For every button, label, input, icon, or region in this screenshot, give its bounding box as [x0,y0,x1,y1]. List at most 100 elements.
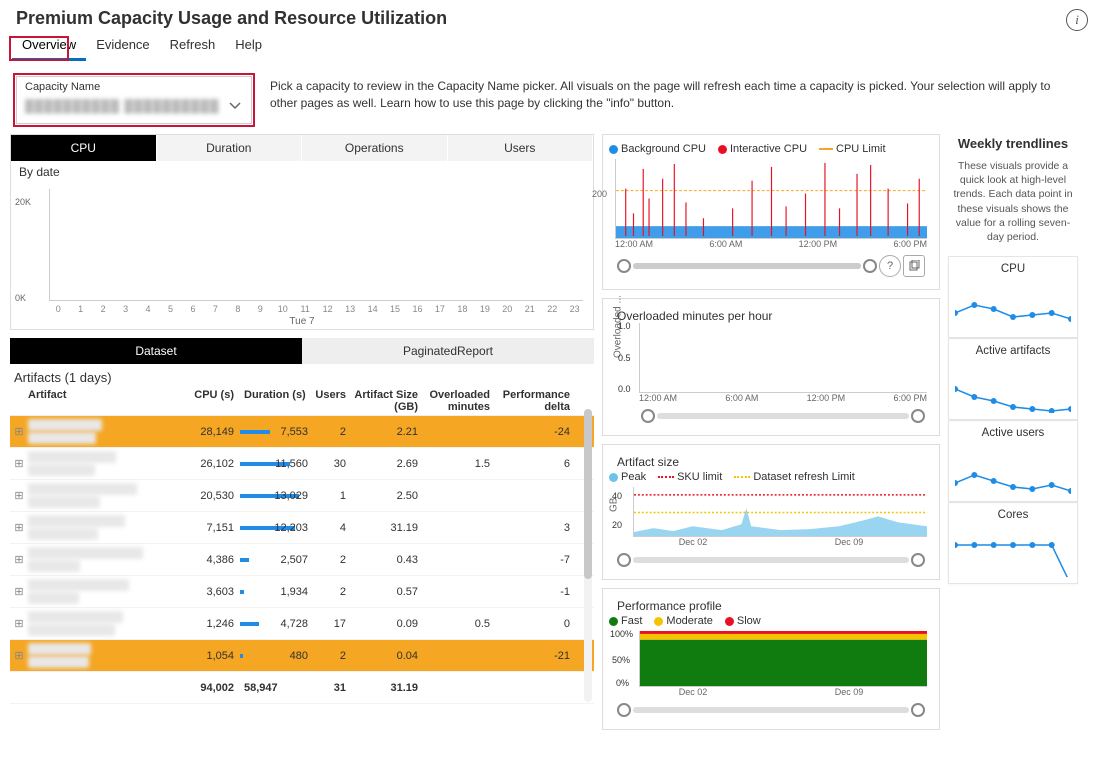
table-row[interactable]: ⊞ 7,151 12,203 4 31.19 3 [10,512,594,544]
tab-evidence[interactable]: Evidence [86,33,159,61]
overloaded-title: Overloaded minutes per hour [609,305,933,323]
y-tick: 20 [612,520,622,530]
spark-title: Cores [955,509,1071,521]
expand-icon[interactable]: ⊞ [10,457,28,470]
y-tick: 0.5 [618,353,631,363]
y-tick: 50% [612,655,630,665]
x-tick: Dec 09 [835,537,864,547]
expand-icon[interactable]: ⊞ [10,585,28,598]
artifact-size-title: Artifact size [609,451,933,469]
perf-legend: FastModerateSlow [609,613,933,631]
spark-cpu[interactable]: CPU [948,256,1078,338]
expand-icon[interactable]: ⊞ [10,489,28,502]
expand-icon[interactable]: ⊞ [10,521,28,534]
picker-label: Capacity Name [25,81,243,93]
perf-chart[interactable]: 100% 50% 0% [639,631,927,687]
tab-overview[interactable]: Overview [12,33,86,61]
spark-title: Active users [955,427,1071,439]
weekly-desc: These visuals provide a quick look at hi… [948,159,1078,250]
table-row[interactable]: ⊞ 4,386 2,507 2 0.43 -7 [10,544,594,576]
nav-tabs: Overview Evidence Refresh Help [12,33,1094,62]
y-tick: 100% [610,629,633,639]
expand-icon[interactable]: ⊞ [10,425,28,438]
metric-tab-duration[interactable]: Duration [157,135,303,161]
x-tick: 12:00 PM [807,393,846,403]
perf-title: Performance profile [609,595,933,613]
x-tick: Dec 02 [679,687,708,697]
x-tick: Dec 09 [835,687,864,697]
metric-tab-users[interactable]: Users [448,135,594,161]
artifact-tab-dataset[interactable]: Dataset [10,338,302,364]
picker-value: ██████████ ██████████ [25,99,219,113]
y-tick: 1.0 [618,321,631,331]
y-tick: 200 [592,189,607,199]
totals-row: 94,002 58,947 31 31.19 [10,672,594,704]
x-tick: 12:00 PM [799,239,838,249]
table-scrollbar[interactable] [584,409,592,702]
overloaded-card: Overloaded minutes per hour Overloaded .… [602,298,940,436]
x-sublabel: Tue 7 [11,316,593,327]
x-tick: 6:00 AM [709,239,742,249]
tab-refresh[interactable]: Refresh [160,33,226,61]
expand-icon[interactable]: ⊞ [10,617,28,630]
info-icon[interactable]: i [1066,9,1088,31]
table-row[interactable]: ⊞ 26,102 11,560 30 2.69 1.5 6 [10,448,594,480]
spark-title: CPU [955,263,1071,275]
weekly-title: Weekly trendlines [948,134,1078,153]
spark-title: Active artifacts [955,345,1071,357]
table-row[interactable]: ⊞ 1,054 480 2 0.04 -21 [10,640,594,672]
col-duration[interactable]: Duration (s) [240,389,312,413]
y-tick: 0K [15,293,26,303]
overloaded-slider[interactable] [633,403,933,429]
col-overloaded[interactable]: Overloaded minutes [424,389,496,413]
cpu-timeline-chart[interactable]: 200 [615,159,927,239]
artifact-size-card: Artifact size PeakSKU limitDataset refre… [602,444,940,580]
expand-icon[interactable]: ⊞ [10,649,28,662]
x-tick: 6:00 PM [893,393,927,403]
col-users[interactable]: Users [312,389,352,413]
table-row[interactable]: ⊞ 1,246 4,728 17 0.09 0.5 0 [10,608,594,640]
chevron-down-icon [229,100,241,115]
capacity-picker[interactable]: Capacity Name ██████████ ██████████ [16,76,252,124]
by-date-card: CPU Duration Operations Users By date 20… [10,134,594,330]
table-row[interactable]: ⊞ 3,603 1,934 2 0.57 -1 [10,576,594,608]
copy-icon[interactable] [903,255,925,277]
y-axis-label: GB [609,497,620,511]
expand-icon[interactable]: ⊞ [10,553,28,566]
col-artifact[interactable]: Artifact [28,389,178,413]
overloaded-chart[interactable]: Overloaded ... 1.0 0.5 0.0 [639,323,927,393]
by-date-title: By date [11,161,593,179]
perf-profile-card: Performance profile FastModerateSlow 100… [602,588,940,730]
col-cpu[interactable]: CPU (s) [178,389,240,413]
y-tick: 0.0 [618,384,631,394]
help-icon[interactable]: ? [879,255,901,277]
metric-tab-cpu[interactable]: CPU [11,135,157,161]
table-row[interactable]: ⊞ 28,149 7,553 2 2.21 -24 [10,416,594,448]
artifacts-title: Artifacts (1 days) [14,370,594,385]
description-text: Pick a capacity to review in the Capacit… [270,76,1094,124]
table-row[interactable]: ⊞ 20,530 13,029 1 2.50 [10,480,594,512]
artifact-tab-paginated[interactable]: PaginatedReport [302,338,594,364]
col-perf[interactable]: Performance delta [496,389,576,413]
size-legend: PeakSKU limitDataset refresh Limit [609,469,933,487]
time-slider[interactable]: ? [609,249,933,283]
x-tick: 6:00 PM [893,239,927,249]
x-tick: Dec 02 [679,537,708,547]
spark-cores[interactable]: Cores [948,502,1078,584]
x-tick: 12:00 AM [615,239,653,249]
artifacts-card: Dataset PaginatedReport Artifacts (1 day… [10,338,594,704]
page-title: Premium Capacity Usage and Resource Util… [10,6,447,33]
y-tick: 20K [15,197,31,207]
perf-slider[interactable] [609,697,933,723]
artifact-size-chart[interactable]: 40 20 GB [633,487,927,537]
spark-active-users[interactable]: Active users [948,420,1078,502]
y-tick: 0% [616,678,629,688]
bars-container[interactable]: 01234567891011121314151617181920212223 [49,189,583,301]
col-size[interactable]: Artifact Size (GB) [352,389,424,413]
tab-help[interactable]: Help [225,33,272,61]
metric-tab-operations[interactable]: Operations [302,135,448,161]
size-slider[interactable] [609,547,933,573]
cpu-legend: Background CPUInteractive CPUCPU Limit [609,141,933,159]
x-tick: 12:00 AM [639,393,677,403]
spark-active-artifacts[interactable]: Active artifacts [948,338,1078,420]
